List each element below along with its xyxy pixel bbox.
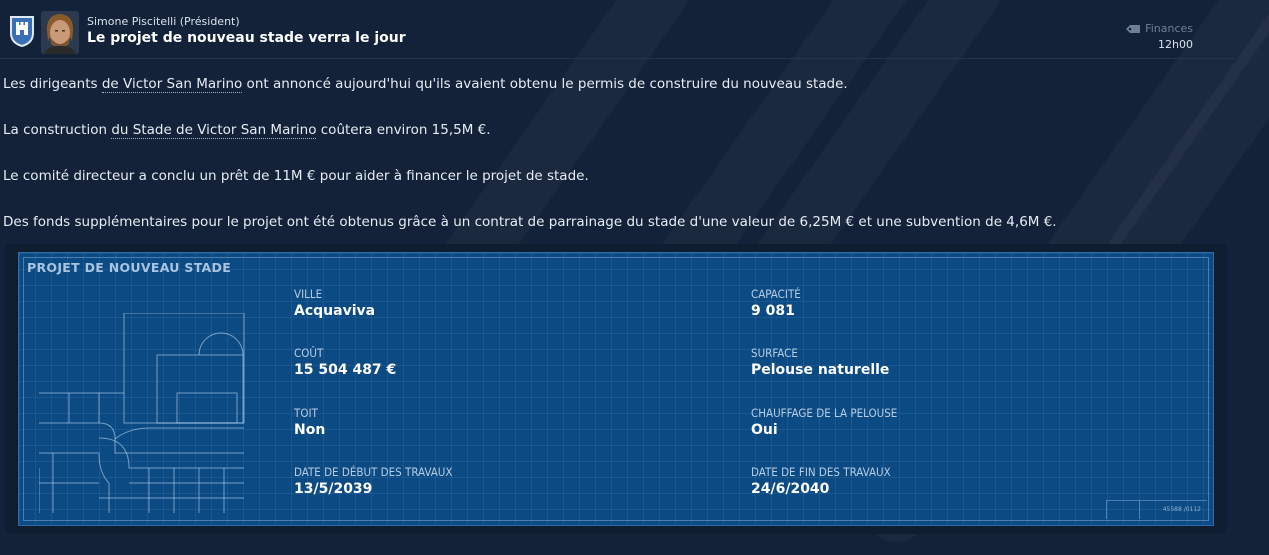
paragraph-1: Les dirigeants de Victor San Marino ont … [3, 76, 848, 93]
cout-label: COÛT [294, 346, 324, 360]
message-subject: Le projet de nouveau stade verra le jour [87, 30, 406, 46]
paragraph-3: Le comité directeur a conclu un prêt de … [3, 168, 589, 184]
text: Les dirigeants [3, 76, 102, 92]
surface-value: Pelouse naturelle [751, 362, 890, 378]
stadium-link[interactable]: du Stade de Victor San Marino [111, 122, 317, 139]
avatar[interactable] [41, 11, 79, 54]
text: La construction [3, 122, 112, 138]
text: ont annoncé aujourd'hui qu'ils avaient o… [242, 76, 848, 92]
stadium-project-panel: PROJET DE NOUVEAU STADE VILLE Acquaviva … [6, 244, 1226, 534]
fin-label: DATE DE FIN DES TRAVAUX [751, 465, 891, 479]
stadium-plan-drawing [39, 313, 245, 513]
reference-number: 45588 /0112 [1162, 506, 1201, 513]
toit-label: TOIT [294, 406, 318, 420]
card-title: PROJET DE NOUVEAU STADE [27, 260, 232, 275]
club-crest-icon[interactable] [9, 15, 35, 47]
capacite-value: 9 081 [751, 303, 795, 319]
debut-label: DATE DE DÉBUT DES TRAVAUX [294, 465, 453, 479]
ville-label: VILLE [294, 287, 323, 301]
sender-name: Simone Piscitelli (Président) [87, 15, 240, 28]
blueprint-reference: 45588 /0112 [1106, 500, 1207, 519]
chauffage-label: CHAUFFAGE DE LA PELOUSE [751, 406, 898, 420]
paragraph-4: Des fonds supplémentaires pour le projet… [3, 214, 1057, 230]
debut-value: 13/5/2039 [294, 481, 373, 497]
fin-value: 24/6/2040 [751, 481, 830, 497]
blueprint-card: PROJET DE NOUVEAU STADE VILLE Acquaviva … [18, 252, 1214, 526]
surface-label: SURFACE [751, 346, 798, 360]
message-header: Simone Piscitelli (Président) Le projet … [0, 0, 1235, 59]
club-link[interactable]: de Victor San Marino [101, 76, 243, 93]
message-time: 12h00 [1158, 38, 1193, 51]
finances-tag-icon [1126, 24, 1141, 33]
chauffage-value: Oui [751, 422, 778, 438]
category-label: Finances [1145, 22, 1193, 35]
text: coûtera environ 15,5M €. [316, 122, 491, 138]
toit-value: Non [294, 422, 326, 438]
ville-value: Acquaviva [294, 303, 376, 319]
cout-value: 15 504 487 € [294, 362, 397, 378]
message-category[interactable]: Finances [1126, 22, 1193, 35]
paragraph-2: La construction du Stade de Victor San M… [3, 122, 491, 139]
capacite-label: CAPACITÉ [751, 287, 801, 301]
